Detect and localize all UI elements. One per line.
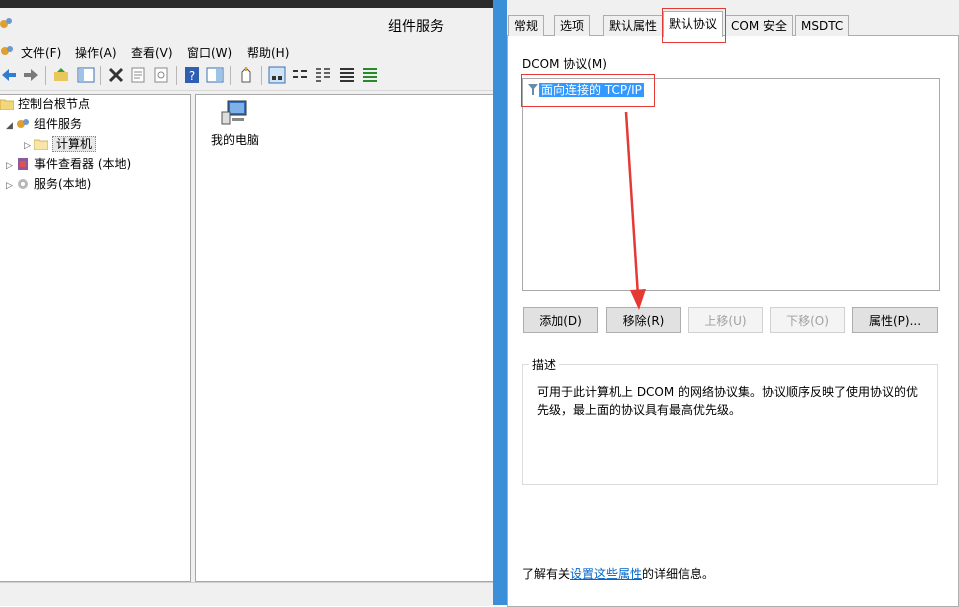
back-arrow-icon[interactable] <box>0 66 18 84</box>
app-menu-icon[interactable] <box>0 44 14 58</box>
properties-icon[interactable] <box>129 66 147 84</box>
list-view-icon[interactable] <box>314 66 332 84</box>
help-footer: 了解有关设置这些属性的详细信息。 <box>522 565 714 582</box>
tab-default-properties[interactable]: 默认属性 <box>603 15 664 36</box>
tab-default-protocols[interactable]: 默认协议 <box>663 11 724 37</box>
result-pane <box>195 94 494 582</box>
gear-icon <box>18 179 28 189</box>
component-services-icon <box>17 119 29 128</box>
description-legend: 描述 <box>529 356 560 373</box>
computer-icon <box>221 100 247 125</box>
toolbar-separator <box>45 66 46 85</box>
settings-help-link[interactable]: 设置这些属性 <box>570 567 642 581</box>
move-down-button[interactable]: 下移(O) <box>770 307 845 333</box>
toolbar-separator <box>230 66 231 85</box>
menu-view[interactable]: 查看(V) <box>131 44 173 61</box>
tab-general[interactable]: 常规 <box>508 15 545 36</box>
detail-view-icon[interactable] <box>338 66 356 84</box>
help-icon[interactable]: ? <box>183 66 201 84</box>
delete-icon[interactable] <box>107 66 125 84</box>
folder-icon <box>34 139 48 150</box>
refresh-icon[interactable] <box>152 66 170 84</box>
list-item-label: 我的电脑 <box>210 133 259 147</box>
footer-suffix: 的详细信息。 <box>642 567 715 581</box>
tree-item-label: 计算机 <box>52 136 97 152</box>
tree-item-label: 组件服务 <box>34 117 83 131</box>
show-hide-tree-icon[interactable] <box>77 66 95 84</box>
description-text: 可用于此计算机上 DCOM 的网络协议集。协议顺序反映了使用协议的优先级，最上面… <box>537 385 919 417</box>
toolbar-separator <box>100 66 101 85</box>
menu-file[interactable]: 文件(F) <box>21 44 61 61</box>
show-action-pane-icon[interactable] <box>206 66 224 84</box>
tree-item-component-services[interactable]: ◢ 组件服务 <box>6 115 82 133</box>
toolbar-separator <box>261 66 262 85</box>
expand-icon[interactable]: ▷ <box>24 137 34 155</box>
add-button[interactable]: 添加(D) <box>523 307 598 333</box>
list-item-my-computer[interactable]: 我的电脑 <box>205 98 265 148</box>
annotation-arrow <box>624 111 646 310</box>
toolbar-separator <box>176 66 177 85</box>
up-folder-icon[interactable] <box>52 66 70 84</box>
collapse-icon[interactable]: ◢ <box>6 117 16 135</box>
tree-item-console-root[interactable]: 控制台根节点 <box>0 95 90 113</box>
menu-action[interactable]: 操作(A) <box>75 44 117 61</box>
tab-msdtc[interactable]: MSDTC <box>795 15 850 36</box>
small-icons-view-icon[interactable] <box>291 66 309 84</box>
desktop-background <box>493 0 507 605</box>
large-icons-view-icon[interactable] <box>268 66 286 84</box>
protocol-item-label: 面向连接的 TCP/IP <box>539 83 644 97</box>
window-title: 组件服务 <box>388 19 444 35</box>
tree-item-label: 事件查看器 (本地) <box>34 157 132 171</box>
dcom-protocols-list[interactable] <box>522 78 940 291</box>
dcom-protocols-label: DCOM 协议(M) <box>522 57 607 71</box>
move-up-button[interactable]: 上移(U) <box>688 307 763 333</box>
window-top-edge <box>0 0 493 8</box>
app-icon <box>0 18 12 28</box>
expand-icon[interactable]: ▷ <box>6 157 16 175</box>
tree-item-services[interactable]: ▷ 服务(本地) <box>6 175 91 193</box>
expand-icon[interactable]: ▷ <box>6 177 16 195</box>
protocol-item-tcp-ip[interactable]: 面向连接的 TCP/IP <box>527 81 644 99</box>
tree-item-label: 控制台根节点 <box>18 97 91 111</box>
properties-button[interactable]: 属性(P)... <box>852 307 938 333</box>
tree-item-event-viewer[interactable]: ▷ 事件查看器 (本地) <box>6 155 131 173</box>
tab-com-security[interactable]: COM 安全 <box>725 15 793 36</box>
status-bar <box>0 582 493 606</box>
folder-icon <box>0 99 14 110</box>
status-view-icon[interactable] <box>361 66 379 84</box>
network-protocol-icon <box>528 84 538 95</box>
menu-window[interactable]: 窗口(W) <box>187 44 232 61</box>
tree-item-label: 服务(本地) <box>34 177 92 191</box>
forward-arrow-icon[interactable] <box>22 66 40 84</box>
tree-item-computers[interactable]: ▷ 计算机 <box>24 135 97 155</box>
new-window-icon[interactable] <box>237 66 255 84</box>
menu-help[interactable]: 帮助(H) <box>247 44 289 61</box>
event-viewer-icon <box>18 158 28 170</box>
tab-options[interactable]: 选项 <box>554 15 591 36</box>
footer-prefix: 了解有关 <box>522 567 571 581</box>
svg-text:?: ? <box>189 69 195 83</box>
